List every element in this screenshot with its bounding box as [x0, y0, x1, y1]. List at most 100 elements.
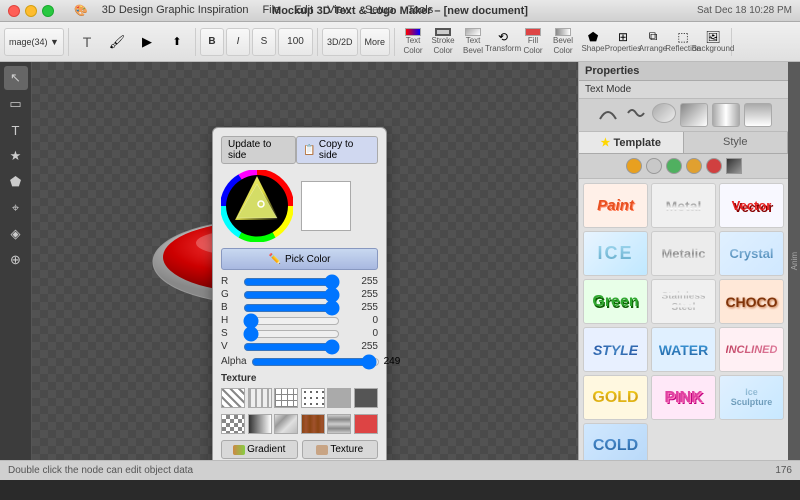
texture-wood[interactable] — [301, 414, 325, 434]
main-layout: ↖ ▭ T ★ ⬟ ⌖ ◈ ⊕ — [0, 62, 800, 460]
background-button[interactable]: 🖼 Background — [699, 28, 727, 56]
shape-tool[interactable]: ⬟ — [4, 170, 28, 194]
stroke-color-button[interactable]: Stroke Color — [429, 28, 457, 56]
style-dot-2[interactable] — [646, 158, 662, 174]
style-dot-4[interactable] — [686, 158, 702, 174]
format-group: B I S 100 — [200, 28, 318, 56]
edit-text-button[interactable]: T 3D/2D — [73, 28, 101, 56]
node-tool[interactable]: ⌖ — [4, 196, 28, 220]
properties-header: Properties — [579, 62, 788, 81]
red-slider[interactable] — [243, 278, 340, 286]
maximize-button[interactable] — [42, 5, 54, 17]
sat-slider[interactable] — [243, 330, 340, 338]
select-tool[interactable]: ↖ — [4, 66, 28, 90]
minimize-button[interactable] — [25, 5, 37, 17]
text-tool[interactable]: T — [4, 118, 28, 142]
template-cold[interactable]: COLD — [583, 423, 648, 460]
rectangle-tool[interactable]: ▭ — [4, 92, 28, 116]
more-button[interactable]: More — [360, 28, 391, 56]
shape-tool-4[interactable] — [680, 103, 708, 127]
tab-style[interactable]: Style — [684, 132, 789, 153]
right-panel: Properties Text Mode ★ Template Style — [578, 62, 788, 460]
status-number: 176 — [775, 465, 792, 476]
template-metalic[interactable]: Metalic — [651, 231, 716, 276]
alpha-slider[interactable] — [251, 358, 380, 366]
arrange-button[interactable]: ⧉ Arrange — [639, 28, 667, 56]
fill-color-button[interactable]: Fill Color — [519, 28, 547, 56]
pick-color-button[interactable]: ✏️ Pick Color — [221, 248, 378, 270]
template-vector[interactable]: Vector — [719, 183, 784, 228]
zoom-tool[interactable]: ⊕ — [4, 248, 28, 272]
template-crystal[interactable]: Crystal — [719, 231, 784, 276]
shape-tool-1[interactable] — [596, 103, 620, 123]
style-dot-1[interactable] — [626, 158, 642, 174]
color-wheel[interactable] — [221, 170, 293, 242]
shape-tool-2[interactable] — [624, 103, 648, 123]
bold-button[interactable]: B — [200, 28, 224, 56]
green-slider[interactable] — [243, 291, 340, 299]
blue-slider[interactable] — [243, 304, 340, 312]
val-slider[interactable] — [243, 343, 340, 351]
texture-button[interactable]: Texture — [302, 440, 379, 459]
copy-to-side-button[interactable]: 📋 Copy to side — [296, 136, 378, 164]
texture-solid-dark[interactable] — [354, 388, 378, 408]
app-title[interactable]: 3D Design Graphic Inspiration — [102, 4, 249, 17]
properties-button[interactable]: ⊞ Properties — [609, 28, 637, 56]
shape-button[interactable]: ⬟ Shape — [579, 28, 607, 56]
template-green[interactable]: Green — [583, 279, 648, 324]
transform-button[interactable]: ⟲ Transform — [489, 28, 517, 56]
template-pink[interactable]: PINK — [651, 375, 716, 420]
template-ice-sculpture[interactable]: IceSculpture — [719, 375, 784, 420]
texture-wave[interactable] — [248, 388, 272, 408]
template-ice[interactable]: ICE — [583, 231, 648, 276]
texture-solid-gray[interactable] — [327, 388, 351, 408]
font-size-input[interactable]: 100 — [278, 28, 313, 56]
texture-checker[interactable] — [221, 414, 245, 434]
tab-template[interactable]: ★ Template — [579, 132, 684, 153]
play-button[interactable]: ▶ — [133, 28, 161, 56]
texture-red[interactable] — [354, 414, 378, 434]
bevel-color-button[interactable]: Bevel Color — [549, 28, 577, 56]
texture-crosshatch[interactable] — [274, 388, 298, 408]
traffic-lights[interactable] — [8, 5, 54, 17]
canvas-area[interactable]: Update to side 📋 Copy to side — [32, 62, 578, 460]
export-button[interactable]: ⬆ — [163, 28, 191, 56]
template-metal[interactable]: Metal — [651, 183, 716, 228]
template-stainless[interactable]: StainlessSteel — [651, 279, 716, 324]
texture-dots[interactable] — [301, 388, 325, 408]
mode-group: mage(34) ▼ — [4, 28, 69, 56]
text-color-button[interactable]: Text Color — [399, 28, 427, 56]
texture-stripes[interactable] — [221, 388, 245, 408]
text-bevel-button[interactable]: Text Bevel — [459, 28, 487, 56]
style-dot-5[interactable] — [706, 158, 722, 174]
status-bar: Double click the node can edit object da… — [0, 460, 800, 480]
style-brush-button[interactable]: 🖌 — [103, 28, 131, 56]
shape-tool-5[interactable] — [712, 103, 740, 127]
texture-grid-row2 — [221, 414, 378, 434]
template-water[interactable]: WATER — [651, 327, 716, 372]
style-dot-6[interactable] — [726, 158, 742, 174]
shape-tool-6[interactable] — [744, 103, 772, 127]
hue-slider[interactable] — [243, 317, 340, 325]
italic-button[interactable]: I — [226, 28, 250, 56]
gradient-button[interactable]: Gradient — [221, 440, 298, 459]
template-inclined[interactable]: INCLINED — [719, 327, 784, 372]
template-style[interactable]: STYLE — [583, 327, 648, 372]
template-paint[interactable]: Paint — [583, 183, 648, 228]
shape-tools-row — [579, 99, 788, 132]
pattern-tool[interactable]: ◈ — [4, 222, 28, 246]
star-tool[interactable]: ★ — [4, 144, 28, 168]
alpha-row: Alpha 249 — [221, 356, 378, 367]
close-button[interactable] — [8, 5, 20, 17]
style-dot-3[interactable] — [666, 158, 682, 174]
mode-input[interactable]: mage(34) ▼ — [4, 28, 64, 56]
texture-gradient[interactable] — [248, 414, 272, 434]
strike-button[interactable]: S — [252, 28, 276, 56]
shape-tool-3[interactable] — [652, 103, 676, 123]
texture-marble[interactable] — [274, 414, 298, 434]
texture-metal[interactable] — [327, 414, 351, 434]
update-to-side-button[interactable]: Update to side — [221, 136, 296, 164]
3d-2d-button[interactable]: 3D/2D — [322, 28, 358, 56]
template-gold[interactable]: GOLD — [583, 375, 648, 420]
template-choco[interactable]: CHOCO — [719, 279, 784, 324]
